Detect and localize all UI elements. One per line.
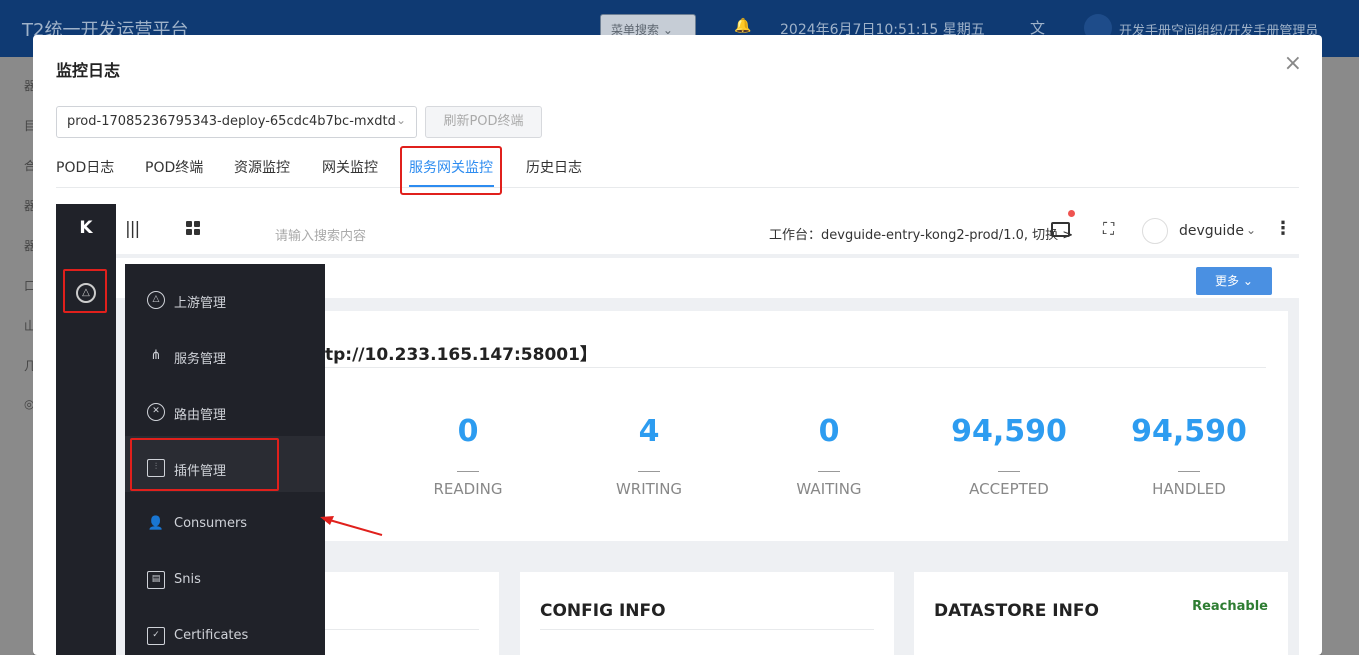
app-sidebar: 器目合器器口山几 ◎	[0, 57, 36, 655]
monitor-log-modal: 监控日志 × prod-17085236795343-deploy-65cdc4…	[33, 35, 1322, 655]
terminal-icon[interactable]	[1051, 222, 1070, 237]
menu-bars-icon[interactable]: |||	[125, 219, 140, 239]
more-button[interactable]: 更多 ⌄	[1196, 267, 1272, 295]
search-input[interactable]: 请输入搜索内容	[275, 225, 366, 244]
config-info-title: CONFIG INFO	[540, 601, 666, 621]
highlight-box-tab	[400, 146, 502, 195]
divider	[325, 367, 1266, 368]
notification-dot	[1068, 210, 1075, 217]
menu-item-service[interactable]: ⋔ 服务管理	[125, 329, 325, 385]
reachable-badge: Reachable	[1192, 599, 1268, 614]
datastore-info-card: DATASTORE INFO Reachable	[914, 572, 1288, 655]
hierarchy-icon: ⋔	[150, 348, 162, 363]
tab-gateway-monitor[interactable]: 网关监控	[322, 157, 378, 177]
id-card-icon: ▤	[147, 571, 165, 589]
divider	[540, 629, 874, 630]
stat-reading: 0 READING	[433, 414, 503, 498]
workspace-switch[interactable]: 工作台：devguide-entry-kong2-prod/1.0, 切换 >	[769, 224, 1073, 243]
datastore-info-title: DATASTORE INFO	[934, 601, 1099, 621]
grid-icon[interactable]	[186, 221, 200, 235]
pod-select-value: prod-17085236795343-deploy-65cdc4b7bc-mx…	[67, 114, 396, 129]
highlight-box-plugin	[130, 438, 279, 491]
stat-handled: 94,590 HANDLED	[1131, 414, 1247, 498]
tab-pod-terminal[interactable]: POD终端	[145, 157, 203, 177]
modal-title: 监控日志	[56, 61, 121, 80]
certificate-icon: ✓	[147, 627, 165, 645]
kong-logo[interactable]: K	[56, 218, 116, 238]
route-icon: ✕	[147, 403, 165, 421]
tab-divider	[56, 187, 1299, 188]
kong-topbar: ||| 请输入搜索内容 工作台：devguide-entry-kong2-pro…	[116, 204, 1299, 254]
user-icon: 👤	[147, 516, 165, 531]
tab-resource-monitor[interactable]: 资源监控	[234, 157, 290, 177]
fullscreen-icon[interactable]: ⛶	[1103, 219, 1114, 239]
menu-item-snis[interactable]: ▤ Snis	[125, 553, 325, 609]
avatar[interactable]	[1142, 218, 1168, 244]
kong-username[interactable]: devguide	[1179, 223, 1244, 239]
close-icon[interactable]: ×	[1284, 51, 1302, 76]
upstream-icon: △	[147, 291, 165, 309]
node-title: tp://10.233.165.147:58001】	[325, 345, 597, 365]
tab-history-log[interactable]: 历史日志	[526, 157, 582, 177]
pod-select[interactable]: prod-17085236795343-deploy-65cdc4b7bc-mx…	[56, 106, 417, 138]
stat-accepted: 94,590 ACCEPTED	[951, 414, 1067, 498]
menu-item-route[interactable]: ✕ 路由管理	[125, 385, 325, 441]
stat-writing: 4 WRITING	[615, 414, 683, 498]
tab-pod-log[interactable]: POD日志	[56, 157, 114, 177]
menu-item-consumers[interactable]: 👤 Consumers	[125, 497, 325, 553]
stat-waiting: 0 WAITING	[796, 414, 862, 498]
bell-icon[interactable]: 🔔	[734, 18, 751, 34]
chevron-down-icon: ⌄	[395, 113, 406, 127]
chevron-down-icon[interactable]: ⌄	[1246, 223, 1256, 237]
refresh-pod-terminal-button[interactable]: 刷新POD终端	[425, 106, 542, 138]
annotation-arrow	[320, 516, 383, 536]
highlight-box-sidebar	[63, 269, 107, 313]
config-info-card: CONFIG INFO	[520, 572, 894, 655]
menu-item-certificates[interactable]: ✓ Certificates	[125, 609, 325, 655]
kong-sidebar: K △	[56, 204, 116, 655]
app-right-panel	[1322, 57, 1359, 655]
menu-item-upstream[interactable]: △ 上游管理	[125, 273, 325, 329]
more-vertical-icon[interactable]: ⋮	[1274, 218, 1292, 239]
